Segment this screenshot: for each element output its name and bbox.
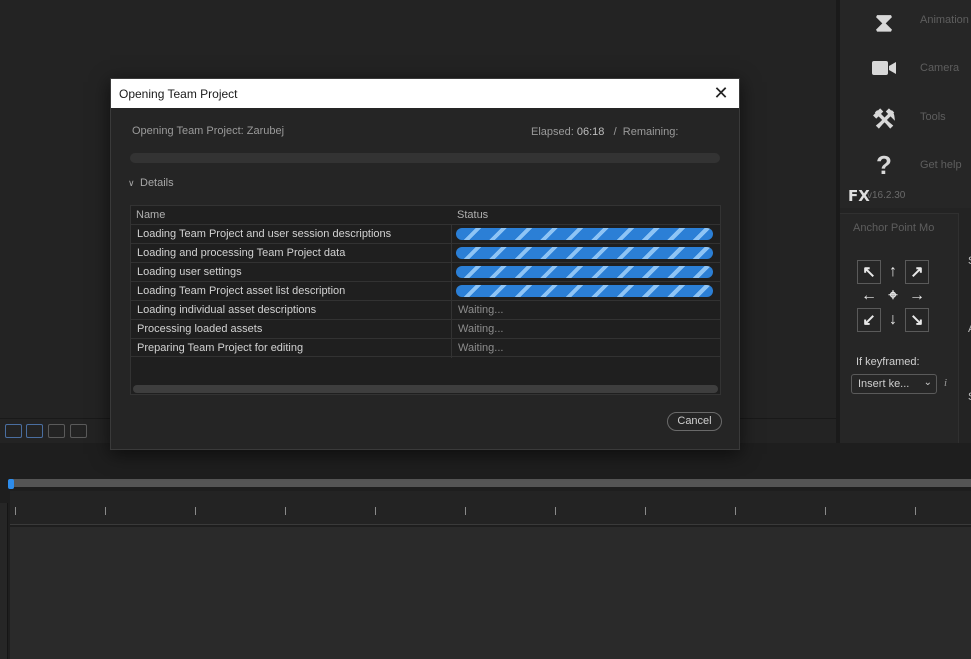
task-name: Loading Team Project and user session de… [137,228,392,240]
elapsed-remaining: Elapsed: 06:18 / Remaining: [531,126,678,138]
table-row[interactable]: Loading Team Project and user session de… [131,224,720,244]
task-name: Preparing Team Project for editing [137,342,304,354]
animation-label: Animation [920,14,969,26]
task-progress-bar [456,285,713,297]
timeline-panel [0,443,971,659]
ruler-tick [105,507,106,515]
ruler-tick [285,507,286,515]
tools-label: Tools [920,111,946,123]
keyframed-select-value: Insert ke... [858,378,910,390]
ruler-tick [735,507,736,515]
grid-toggle-button[interactable] [5,424,22,438]
dialog-title: Opening Team Project [119,87,238,101]
anchor-bottom-right-icon[interactable]: ↘ [905,308,929,332]
time-separator: / [613,126,617,138]
opening-team-project-dialog: Opening Team Project ✕ Opening Team Proj… [110,78,740,450]
task-status: Waiting... [458,304,504,316]
anchor-top-left-icon[interactable]: ↖ [857,260,881,284]
info-icon[interactable]: i [944,377,947,389]
tools-item[interactable]: ⚒ Tools [840,97,971,145]
playhead[interactable] [8,479,14,489]
overall-progress-bar [130,153,720,163]
table-row[interactable]: Preparing Team Project for editing Waiti… [131,338,720,358]
script-panel: ⧗ Animation Camera ⚒ Tools ? Get help FX… [840,0,971,208]
timeline-tracks[interactable] [10,527,971,659]
task-name: Loading and processing Team Project data [137,247,346,259]
chevron-down-icon: ∨ [128,178,135,188]
dialog-titlebar[interactable]: Opening Team Project ✕ [111,79,739,108]
table-row[interactable]: Loading user settings [131,262,720,282]
elapsed-label: Elapsed: [531,126,574,138]
mask-toggle-button[interactable] [48,424,65,438]
hourglass-icon: ⧗ [874,7,894,37]
keyframed-label: If keyframed: [856,356,920,368]
dialog-subtitle: Opening Team Project: Zarubej [132,125,285,137]
task-progress-bar [456,228,713,240]
ruler-tick [555,507,556,515]
ruler-tick [15,507,16,515]
anchor-grid: ↖ ↑ ↗ ← ⌖ → ↙ ↓ ↘ [857,260,930,333]
task-progress-bar [456,247,713,259]
ruler-tick [915,507,916,515]
chevron-down-icon: ⌄ [923,377,932,388]
timeline-left-edge [0,503,8,659]
ruler-tick [375,507,376,515]
column-header-status[interactable]: Status [457,206,488,224]
horizontal-scrollbar[interactable] [133,385,718,393]
ruler-tick [825,507,826,515]
remaining-label: Remaining: [622,126,679,138]
table-row[interactable]: Processing loaded assets Waiting... [131,319,720,339]
time-ruler[interactable] [10,491,971,525]
task-rows: Loading Team Project and user session de… [131,224,720,358]
anchor-left-icon[interactable]: ← [857,284,881,308]
task-name: Loading individual asset descriptions [137,304,317,316]
anchor-center-icon[interactable]: ⌖ [881,284,905,308]
table-row[interactable]: Loading Team Project asset list descript… [131,281,720,301]
table-row[interactable]: Loading and processing Team Project data [131,243,720,263]
version-label: v16.2.30 [867,190,906,201]
column-header-name[interactable]: Name [136,206,165,224]
get-help-label: Get help [920,159,962,171]
camera-label: Camera [920,62,960,74]
camera-icon [870,56,898,84]
tools-icon: ⚒ [872,104,896,134]
get-help-item[interactable]: ? Get help [840,145,971,193]
close-icon[interactable]: ✕ [711,83,731,103]
task-status: Waiting... [458,323,504,335]
elapsed-value: 06:18 [576,126,605,138]
anchor-bottom-icon[interactable]: ↓ [881,308,905,332]
cancel-button[interactable]: Cancel [667,412,722,431]
task-name: Loading Team Project asset list descript… [137,285,346,297]
anchor-right-icon[interactable]: → [905,284,929,308]
anchor-panel-title: Anchor Point Mo [853,222,935,234]
keyframed-select[interactable]: Insert ke... ⌄ [851,374,937,394]
animation-item[interactable]: ⧗ Animation [840,0,971,48]
details-label: Details [140,177,174,189]
work-area-bar[interactable] [10,479,971,487]
anchor-top-right-icon[interactable]: ↗ [905,260,929,284]
task-status: Waiting... [458,342,504,354]
task-progress-bar [456,266,713,278]
guides-toggle-button[interactable] [26,424,43,438]
anchor-top-icon[interactable]: ↑ [881,260,905,284]
task-name: Loading user settings [137,266,242,278]
camera-item[interactable]: Camera [840,48,971,96]
ruler-tick [465,507,466,515]
task-name: Processing loaded assets [137,323,263,335]
details-toggle[interactable]: ∨ Details [128,177,174,189]
ruler-tick [645,507,646,515]
ruler-tick [195,507,196,515]
anchor-point-panel: Anchor Point Mo ↖ ↑ ↗ ← ⌖ → ↙ ↓ ↘ If key… [840,213,958,443]
anchor-bottom-left-icon[interactable]: ↙ [857,308,881,332]
region-toggle-button[interactable] [70,424,87,438]
help-icon: ? [876,150,892,180]
far-right-panel: S A S [958,213,971,443]
table-row[interactable]: Loading individual asset descriptions Wa… [131,300,720,320]
task-table: Name Status Loading Team Project and use… [130,205,721,395]
